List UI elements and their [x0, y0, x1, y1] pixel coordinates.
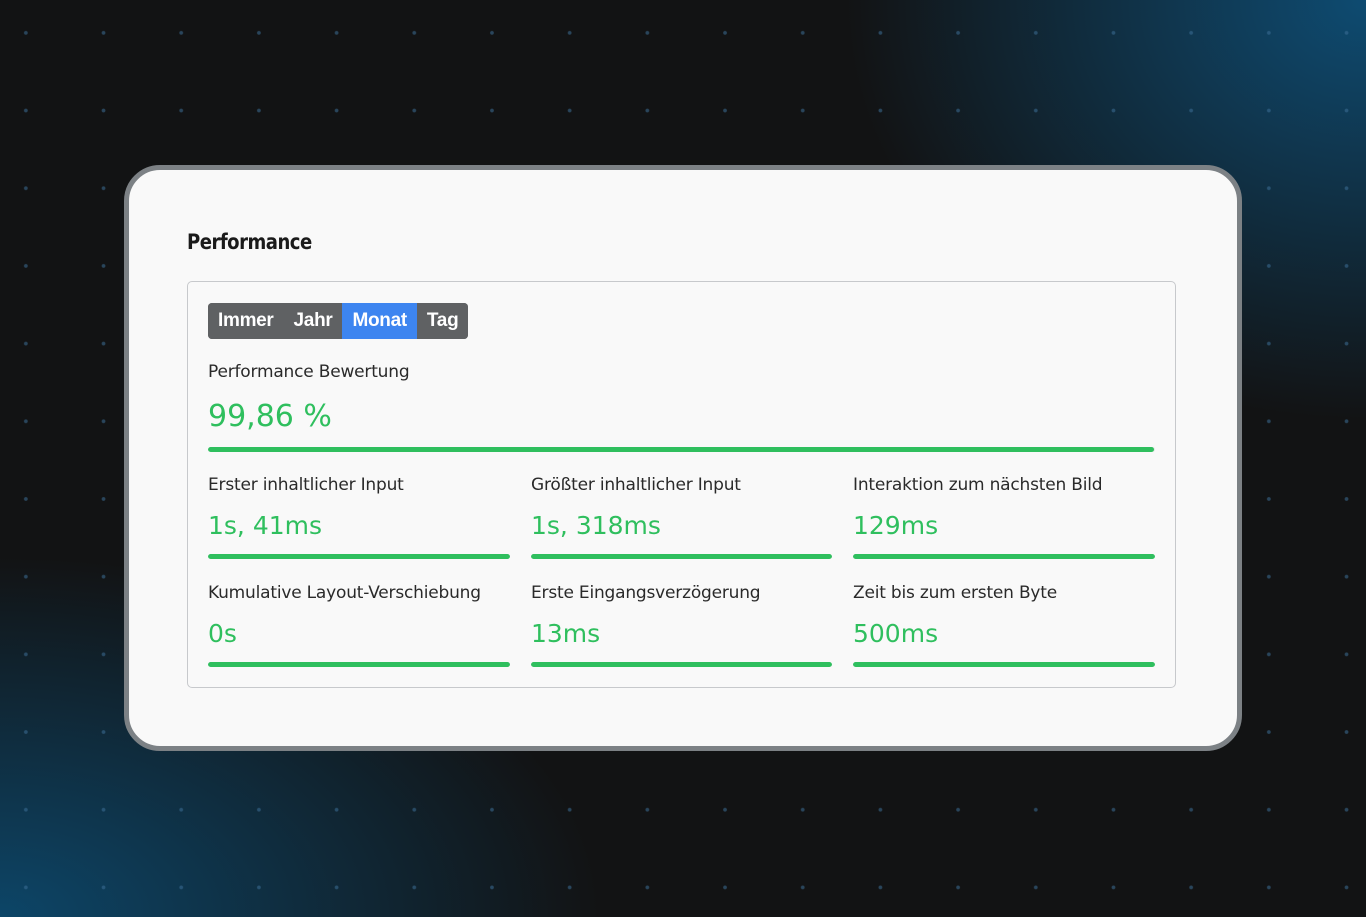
- metric-label: Größter inhaltlicher Input: [531, 475, 741, 495]
- score-value: 99,86 %: [208, 399, 332, 434]
- metric-progress-fill: [853, 662, 1155, 667]
- metric-progress-bar: [208, 662, 510, 667]
- metric-value: 500ms: [853, 619, 939, 648]
- metric-progress-bar: [531, 662, 832, 667]
- performance-card: Performance Immer Jahr Monat Tag Perform…: [124, 165, 1242, 751]
- metric-value: 129ms: [853, 511, 939, 540]
- tab-jahr[interactable]: Jahr: [283, 303, 343, 339]
- tab-immer[interactable]: Immer: [208, 303, 284, 339]
- tab-tag[interactable]: Tag: [416, 303, 469, 339]
- metric-label: Zeit bis zum ersten Byte: [853, 583, 1057, 603]
- metric-progress-fill: [208, 662, 510, 667]
- metric-label: Erste Eingangsverzögerung: [531, 583, 761, 603]
- metric-progress-fill: [208, 554, 510, 559]
- metric-progress-fill: [531, 554, 832, 559]
- metric-progress-bar: [531, 554, 832, 559]
- metric-progress-fill: [853, 554, 1155, 559]
- score-progress-bar: [208, 447, 1155, 452]
- metric-label: Erster inhaltlicher Input: [208, 475, 404, 495]
- period-segmented-control: Immer Jahr Monat Tag: [208, 303, 469, 339]
- performance-panel: Immer Jahr Monat Tag Performance Bewertu…: [187, 281, 1176, 688]
- metric-value: 1s, 41ms: [208, 511, 323, 540]
- score-progress-fill: [208, 447, 1154, 452]
- metric-progress-fill: [531, 662, 832, 667]
- metric-progress-bar: [853, 554, 1155, 559]
- metric-value: 1s, 318ms: [531, 511, 661, 540]
- score-label: Performance Bewertung: [208, 362, 410, 382]
- section-title: Performance: [187, 230, 312, 254]
- metric-value: 13ms: [531, 619, 601, 648]
- metric-progress-bar: [208, 554, 510, 559]
- tab-monat[interactable]: Monat: [342, 303, 417, 339]
- metric-progress-bar: [853, 662, 1155, 667]
- metric-value: 0s: [208, 619, 237, 648]
- metric-label: Kumulative Layout-Verschiebung: [208, 583, 481, 603]
- metric-label: Interaktion zum nächsten Bild: [853, 475, 1103, 495]
